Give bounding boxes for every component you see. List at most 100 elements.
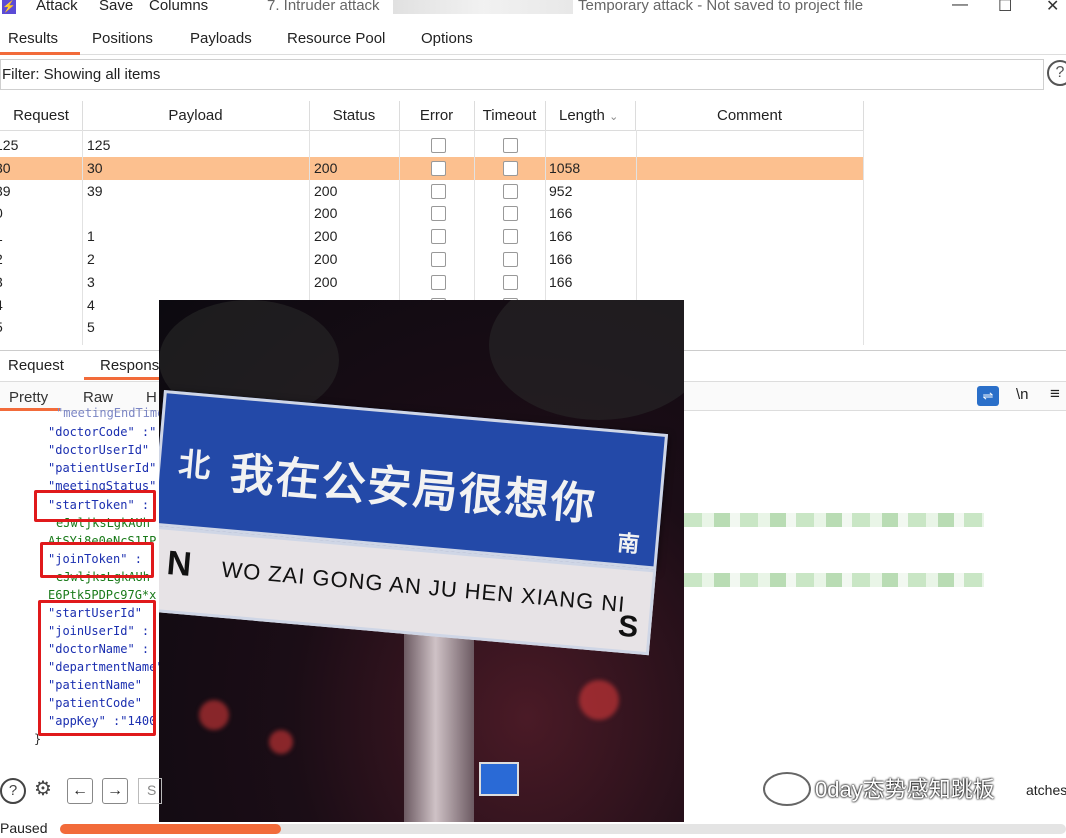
col-request[interactable]: Request [0,101,83,130]
title-bar: ⚡ Attack Save Columns 7. Intruder attack… [0,0,1066,18]
cell-length: 1058 [549,159,581,176]
table-row[interactable]: 30 30 200 1058 [0,156,864,180]
progress-bar [60,824,1066,834]
highlight-box-start-token [34,490,156,522]
burp-logo-icon: ⚡ [2,0,16,14]
col-error[interactable]: Error [399,101,475,130]
tab-pretty[interactable]: Pretty [9,389,48,406]
column-separator [82,130,83,345]
window-title: 7. Intruder attack [267,0,380,14]
sign-pole [404,620,474,822]
error-checkbox[interactable] [431,138,446,153]
error-checkbox[interactable] [431,160,446,176]
cell-payload: 2 [87,251,95,267]
settings-gear-icon[interactable]: ⚙ [32,778,54,800]
newline-toggle-icon[interactable]: \n [1016,386,1029,403]
cell-length: 166 [549,205,573,222]
col-payload[interactable]: Payload [82,101,310,130]
sign-pinyin-text: WO ZAI GONG AN JU HEN XIANG NI [220,556,627,617]
wechat-logo-icon [763,772,811,806]
tab-payloads[interactable]: Payloads [190,30,252,47]
filter-bar[interactable]: Filter: Showing all items [0,59,1044,90]
error-checkbox[interactable] [431,252,446,267]
cell-payload: 4 [87,296,95,313]
col-status[interactable]: Status [309,101,400,130]
search-input[interactable]: S [138,778,162,804]
cell-request: 2 [0,251,3,267]
wrap-lines-icon[interactable]: ⇌ [977,386,999,406]
error-checkbox[interactable] [431,183,446,199]
menu-icon[interactable]: ≡ [1050,384,1060,404]
timeout-checkbox[interactable] [503,252,518,267]
table-row[interactable]: 3 3 200 166 [0,271,864,294]
col-comment[interactable]: Comment [636,101,864,130]
cell-request: 1 [0,228,3,244]
tab-options[interactable]: Options [421,30,473,47]
minimize-icon[interactable]: — [952,0,968,14]
error-checkbox[interactable] [431,229,446,245]
cell-length: 166 [549,228,573,245]
tab-raw[interactable]: Raw [83,389,113,406]
table-row[interactable]: 125 125 [0,134,864,157]
cell-request: 4 [0,297,3,313]
tab-request[interactable]: Request [8,357,64,374]
redacted-value [684,573,984,587]
cell-request: 3 [0,274,3,290]
error-checkbox[interactable] [431,206,446,222]
timeout-checkbox[interactable] [503,206,518,222]
menu-attack[interactable]: Attack [36,0,78,14]
timeout-checkbox[interactable] [503,274,518,290]
watermark-text: 0day态势感知跳板 [815,777,995,802]
code-key: "patientUserId" [48,461,157,475]
highlight-box-join-token [40,542,154,578]
tab-hex[interactable]: H [146,389,157,406]
cell-status: 200 [314,228,338,245]
timeout-checkbox[interactable] [503,160,518,176]
status-paused: Paused [0,820,48,836]
sign-s-letter: S [616,609,640,645]
timeout-checkbox[interactable] [503,138,518,153]
code-key: "doctorUserId" [48,443,150,457]
timeout-checkbox[interactable] [503,229,518,245]
back-button[interactable]: ← [67,778,93,804]
timeout-checkbox[interactable] [503,183,518,199]
table-row[interactable]: 0 200 166 [0,202,864,225]
menu-save[interactable]: Save [99,0,133,14]
response-tab-indicator [84,377,160,380]
cell-payload: 1 [87,228,95,245]
filter-text: Filter: Showing all items [2,66,161,83]
search-placeholder: S [147,782,157,798]
sign-north-cn: 北 [176,444,213,486]
cell-request: 5 [0,319,3,335]
cell-payload: 125 [87,137,111,153]
maximize-icon[interactable]: ☐ [998,0,1012,16]
close-icon[interactable]: ✕ [1046,0,1059,16]
bokeh-light [199,700,229,730]
sign-south-cn: 南 [616,531,641,558]
help-icon[interactable]: ? [1047,60,1066,86]
matches-label: atches [1026,782,1066,798]
code-key-partial: "meetingEndTime" [56,406,172,420]
forward-button[interactable]: → [102,778,128,804]
col-timeout[interactable]: Timeout [474,101,546,130]
highlight-box-fields [38,600,156,736]
street-sign: 北 我在公安局很想你 南 N WO ZAI GONG AN JU HEN XIA… [159,390,672,664]
help-icon[interactable]: ? [0,778,26,804]
table-row[interactable]: 2 2 200 166 [0,248,864,271]
table-row[interactable]: 39 39 200 952 [0,180,864,203]
col-length[interactable]: Length ⌄ [545,101,636,130]
tab-positions[interactable]: Positions [92,30,153,47]
progress-fill [60,824,282,834]
intruder-tabs: Results Positions Payloads Resource Pool… [0,26,1066,55]
bokeh-light [269,730,293,754]
cell-payload: 3 [87,273,95,290]
sign-chinese-text: 我在公安局很想你 [227,448,599,532]
cell-payload: 39 [87,182,103,199]
window-subtitle: Temporary attack - Not saved to project … [578,0,864,14]
table-row[interactable]: 1 1 200 166 [0,225,864,248]
menu-columns[interactable]: Columns [149,0,208,14]
tab-response[interactable]: Response [100,357,168,374]
error-checkbox[interactable] [431,274,446,290]
tab-results[interactable]: Results [8,30,58,47]
tab-resource-pool[interactable]: Resource Pool [287,30,385,47]
